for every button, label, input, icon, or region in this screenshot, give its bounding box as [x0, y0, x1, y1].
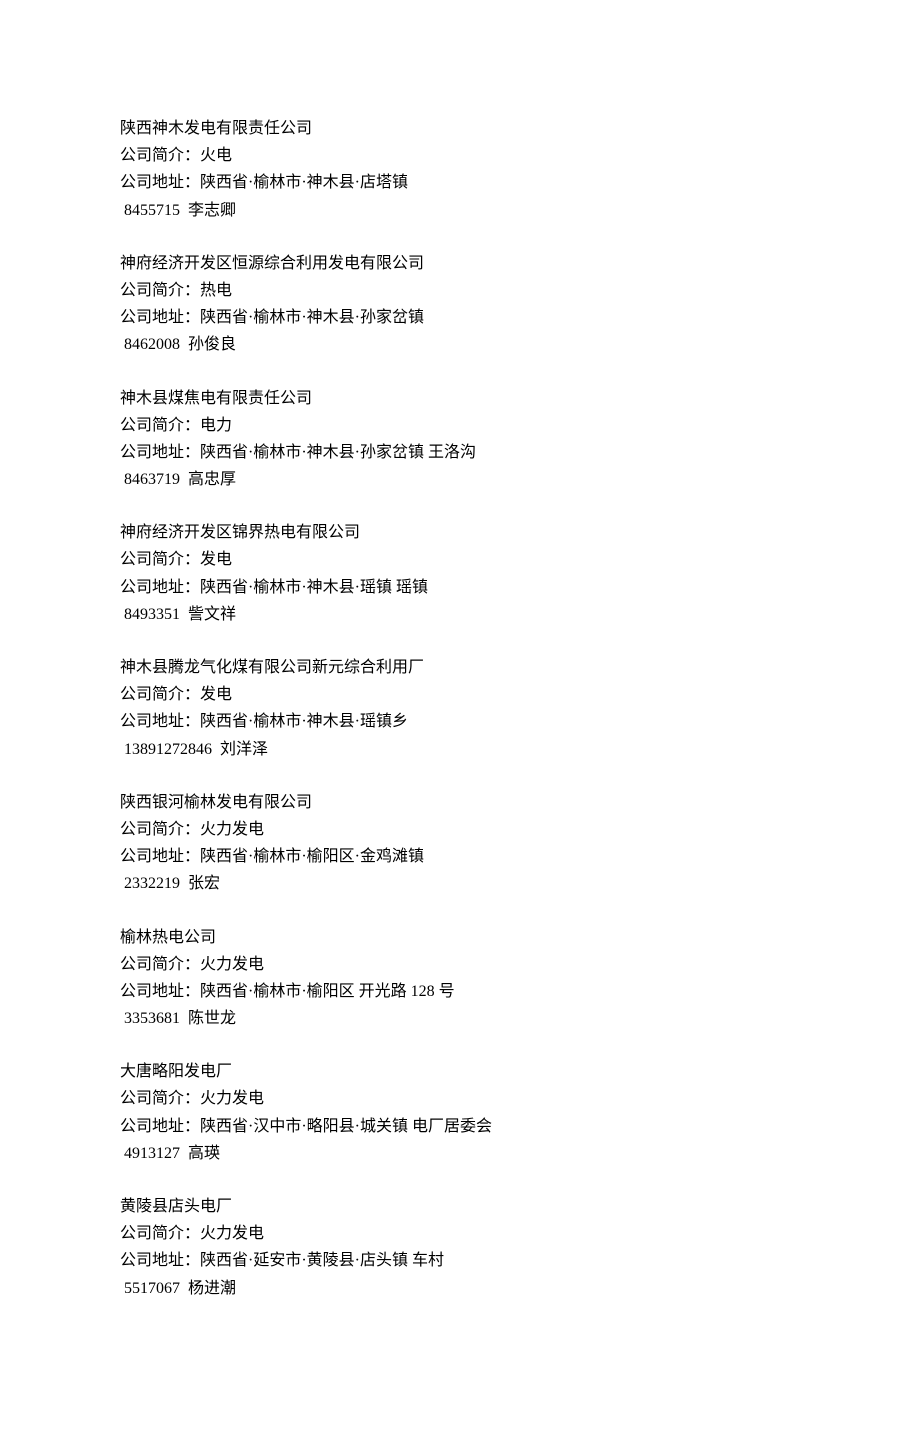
address-value: 陕西省·延安市·黄陵县·店头镇 车村	[200, 1252, 444, 1269]
address-value: 陕西省·榆林市·神木县·孙家岔镇	[200, 309, 424, 326]
company-name: 神木县腾龙气化煤有限公司新元综合利用厂	[120, 654, 800, 681]
company-name: 榆林热电公司	[120, 924, 800, 951]
company-name: 大唐略阳发电厂	[120, 1058, 800, 1085]
address-value: 陕西省·榆林市·神木县·瑶镇乡	[200, 713, 408, 730]
intro-value: 火力发电	[200, 821, 264, 838]
address-label: 公司地址：	[120, 444, 200, 461]
company-contact: 8493351 訾文祥	[120, 601, 800, 628]
company-address: 公司地址：陕西省·榆林市·榆阳区 开光路 128 号	[120, 978, 800, 1005]
company-contact: 8463719 高忠厚	[120, 466, 800, 493]
company-name: 神府经济开发区锦界热电有限公司	[120, 519, 800, 546]
company-block: 黄陵县店头电厂公司简介：火力发电公司地址：陕西省·延安市·黄陵县·店头镇 车村 …	[120, 1193, 800, 1302]
company-block: 榆林热电公司公司简介：火力发电公司地址：陕西省·榆林市·榆阳区 开光路 128 …	[120, 924, 800, 1033]
company-intro: 公司简介：热电	[120, 277, 800, 304]
address-label: 公司地址：	[120, 1252, 200, 1269]
company-address: 公司地址：陕西省·榆林市·榆阳区·金鸡滩镇	[120, 843, 800, 870]
address-value: 陕西省·榆林市·神木县·孙家岔镇 王洛沟	[200, 444, 476, 461]
company-address: 公司地址：陕西省·榆林市·神木县·瑶镇乡	[120, 708, 800, 735]
company-intro: 公司简介：火力发电	[120, 951, 800, 978]
company-contact: 4913127 高瑛	[120, 1140, 800, 1167]
address-label: 公司地址：	[120, 713, 200, 730]
address-label: 公司地址：	[120, 174, 200, 191]
intro-value: 火电	[200, 147, 232, 164]
company-contact: 2332219 张宏	[120, 870, 800, 897]
company-address: 公司地址：陕西省·榆林市·神木县·孙家岔镇 王洛沟	[120, 439, 800, 466]
company-name: 神府经济开发区恒源综合利用发电有限公司	[120, 250, 800, 277]
intro-label: 公司简介：	[120, 956, 200, 973]
company-block: 陕西银河榆林发电有限公司公司简介：火力发电公司地址：陕西省·榆林市·榆阳区·金鸡…	[120, 789, 800, 898]
intro-label: 公司简介：	[120, 1090, 200, 1107]
company-address: 公司地址：陕西省·榆林市·神木县·店塔镇	[120, 169, 800, 196]
company-contact: 8455715 李志卿	[120, 197, 800, 224]
intro-value: 火力发电	[200, 956, 264, 973]
company-intro: 公司简介：火电	[120, 142, 800, 169]
company-block: 大唐略阳发电厂公司简介：火力发电公司地址：陕西省·汉中市·略阳县·城关镇 电厂居…	[120, 1058, 800, 1167]
company-block: 神府经济开发区锦界热电有限公司公司简介：发电公司地址：陕西省·榆林市·神木县·瑶…	[120, 519, 800, 628]
intro-label: 公司简介：	[120, 147, 200, 164]
company-intro: 公司简介：火力发电	[120, 816, 800, 843]
company-address: 公司地址：陕西省·汉中市·略阳县·城关镇 电厂居委会	[120, 1113, 800, 1140]
address-value: 陕西省·榆林市·榆阳区·金鸡滩镇	[200, 848, 424, 865]
address-label: 公司地址：	[120, 579, 200, 596]
company-block: 陕西神木发电有限责任公司公司简介：火电公司地址：陕西省·榆林市·神木县·店塔镇 …	[120, 115, 800, 224]
company-intro: 公司简介：火力发电	[120, 1085, 800, 1112]
address-value: 陕西省·汉中市·略阳县·城关镇 电厂居委会	[200, 1118, 492, 1135]
company-contact: 8462008 孙俊良	[120, 331, 800, 358]
intro-value: 发电	[200, 686, 232, 703]
intro-value: 火力发电	[200, 1090, 264, 1107]
intro-label: 公司简介：	[120, 686, 200, 703]
company-name: 黄陵县店头电厂	[120, 1193, 800, 1220]
intro-value: 热电	[200, 282, 232, 299]
company-block: 神木县煤焦电有限责任公司公司简介：电力公司地址：陕西省·榆林市·神木县·孙家岔镇…	[120, 385, 800, 494]
address-value: 陕西省·榆林市·榆阳区 开光路 128 号	[200, 983, 455, 1000]
company-block: 神府经济开发区恒源综合利用发电有限公司公司简介：热电公司地址：陕西省·榆林市·神…	[120, 250, 800, 359]
address-value: 陕西省·榆林市·神木县·瑶镇 瑶镇	[200, 579, 428, 596]
address-label: 公司地址：	[120, 983, 200, 1000]
company-block: 神木县腾龙气化煤有限公司新元综合利用厂公司简介：发电公司地址：陕西省·榆林市·神…	[120, 654, 800, 763]
company-name: 陕西银河榆林发电有限公司	[120, 789, 800, 816]
address-label: 公司地址：	[120, 309, 200, 326]
company-address: 公司地址：陕西省·延安市·黄陵县·店头镇 车村	[120, 1247, 800, 1274]
company-contact: 3353681 陈世龙	[120, 1005, 800, 1032]
intro-value: 发电	[200, 551, 232, 568]
address-label: 公司地址：	[120, 848, 200, 865]
company-address: 公司地址：陕西省·榆林市·神木县·瑶镇 瑶镇	[120, 574, 800, 601]
company-intro: 公司简介：电力	[120, 412, 800, 439]
intro-value: 电力	[200, 417, 232, 434]
company-intro: 公司简介：火力发电	[120, 1220, 800, 1247]
company-contact: 5517067 杨进潮	[120, 1275, 800, 1302]
address-label: 公司地址：	[120, 1118, 200, 1135]
intro-label: 公司简介：	[120, 551, 200, 568]
intro-label: 公司简介：	[120, 417, 200, 434]
intro-value: 火力发电	[200, 1225, 264, 1242]
address-value: 陕西省·榆林市·神木县·店塔镇	[200, 174, 408, 191]
company-contact: 13891272846 刘洋泽	[120, 736, 800, 763]
company-intro: 公司简介：发电	[120, 681, 800, 708]
document-content: 陕西神木发电有限责任公司公司简介：火电公司地址：陕西省·榆林市·神木县·店塔镇 …	[120, 115, 800, 1302]
intro-label: 公司简介：	[120, 1225, 200, 1242]
intro-label: 公司简介：	[120, 282, 200, 299]
intro-label: 公司简介：	[120, 821, 200, 838]
company-name: 神木县煤焦电有限责任公司	[120, 385, 800, 412]
company-name: 陕西神木发电有限责任公司	[120, 115, 800, 142]
company-intro: 公司简介：发电	[120, 546, 800, 573]
company-address: 公司地址：陕西省·榆林市·神木县·孙家岔镇	[120, 304, 800, 331]
